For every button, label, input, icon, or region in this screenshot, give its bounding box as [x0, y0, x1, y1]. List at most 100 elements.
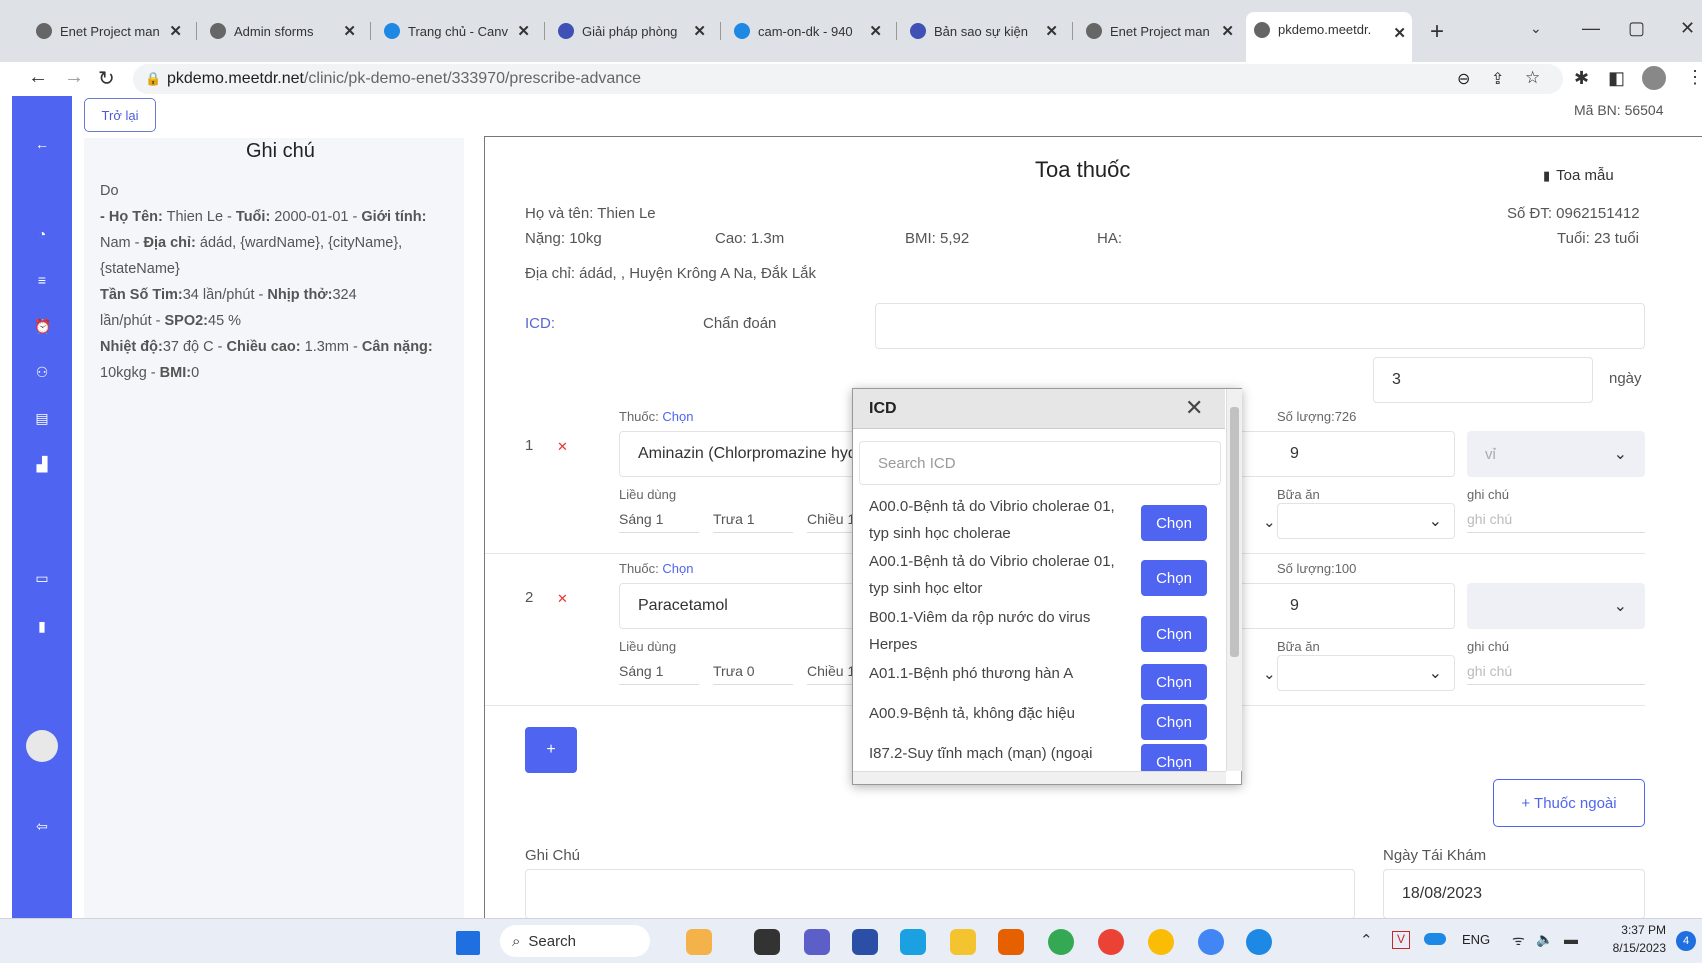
zoom-icon[interactable]: ⊖: [1457, 69, 1470, 89]
new-tab-icon[interactable]: +: [1430, 18, 1444, 46]
skype-icon[interactable]: [1246, 929, 1272, 955]
noon-dose-input[interactable]: Trưa 0: [713, 663, 793, 685]
unit-select[interactable]: vỉ ⌄: [1467, 431, 1645, 477]
browser-tab[interactable]: Bản sao sự kiện ✕: [902, 14, 1064, 48]
choose-drug-link[interactable]: Chọn: [662, 561, 693, 576]
calendar-icon[interactable]: ▭: [34, 570, 50, 586]
chrome-icon[interactable]: [1048, 929, 1074, 955]
windows-start-icon[interactable]: [456, 931, 480, 955]
noon-dose-input[interactable]: Trưa 1: [713, 511, 793, 533]
browser-tab[interactable]: Giải pháp phòng ✕: [550, 14, 712, 48]
notification-badge[interactable]: 4: [1676, 931, 1696, 951]
wifi-icon[interactable]: ᯤ: [1512, 931, 1525, 950]
user-avatar[interactable]: [26, 730, 58, 762]
template-button[interactable]: ▮ Toa mẫu: [1543, 167, 1614, 184]
close-tab-icon[interactable]: ✕: [1221, 22, 1234, 40]
users-icon[interactable]: ⚇: [34, 364, 50, 380]
close-tab-icon[interactable]: ✕: [343, 22, 356, 40]
logout-icon[interactable]: ⇦: [34, 818, 50, 834]
bookmark-star-icon[interactable]: ☆: [1525, 68, 1540, 88]
close-tab-icon[interactable]: ✕: [1045, 22, 1058, 40]
icd-choose-button[interactable]: Chọn: [1141, 560, 1207, 596]
reload-icon[interactable]: ↻: [98, 66, 115, 91]
chart-icon[interactable]: ▟: [34, 456, 50, 472]
morning-dose-input[interactable]: Sáng 1: [619, 511, 699, 533]
clock-time[interactable]: 3:37 PM: [1606, 923, 1666, 937]
browser-tab[interactable]: cam-on-dk - 940 ✕: [726, 14, 888, 48]
close-tab-icon[interactable]: ✕: [517, 22, 530, 40]
store-icon[interactable]: [852, 929, 878, 955]
alarm-icon[interactable]: ⏰: [34, 318, 51, 334]
chrome-icon[interactable]: [1148, 929, 1174, 955]
browser-tab-active[interactable]: pkdemo.meetdr. ✕: [1246, 12, 1412, 62]
dashboard-icon[interactable]: ◔: [34, 226, 50, 242]
forward-icon[interactable]: →: [64, 66, 84, 89]
chrome-icon[interactable]: [1098, 929, 1124, 955]
battery-icon[interactable]: ▬: [1564, 931, 1578, 947]
close-icon[interactable]: ✕: [1185, 395, 1203, 421]
close-window-icon[interactable]: ✕: [1680, 18, 1695, 39]
notes-input[interactable]: [525, 869, 1355, 919]
icd-choose-button[interactable]: Chọn: [1141, 704, 1207, 740]
widgets-icon[interactable]: [686, 929, 712, 955]
url-bar[interactable]: 🔒 pkdemo.meetdr.net/clinic/pk-demo-enet/…: [133, 64, 1563, 94]
volume-icon[interactable]: 🔈: [1536, 931, 1553, 948]
external-drug-button[interactable]: + Thuốc ngoài: [1493, 779, 1645, 827]
minimize-icon[interactable]: —: [1582, 18, 1600, 39]
meal-select[interactable]: ⌄: [1277, 655, 1455, 691]
choose-drug-link[interactable]: Chọn: [662, 409, 693, 424]
morning-dose-input[interactable]: Sáng 1: [619, 663, 699, 685]
days-input[interactable]: 3: [1373, 357, 1593, 403]
browser-tab[interactable]: Admin sforms ✕: [202, 14, 362, 48]
close-tab-icon[interactable]: ✕: [1393, 24, 1406, 42]
browser-tab[interactable]: Enet Project man ✕: [1078, 14, 1240, 48]
chevron-up-icon[interactable]: ⌃: [1360, 931, 1373, 949]
document-icon[interactable]: ▤: [34, 410, 50, 426]
task-view-icon[interactable]: [754, 929, 780, 955]
unit-select[interactable]: ⌄: [1467, 583, 1645, 629]
scrollbar-thumb[interactable]: [1230, 407, 1239, 657]
remove-drug-icon[interactable]: ✕: [557, 439, 568, 455]
chevron-down-icon[interactable]: ⌄: [1263, 513, 1276, 531]
icd-choose-button[interactable]: Chọn: [1141, 744, 1207, 771]
horizontal-scrollbar[interactable]: [853, 771, 1226, 784]
drug-note-input[interactable]: ghi chú: [1467, 663, 1645, 685]
maximize-icon[interactable]: ▢: [1628, 18, 1645, 39]
antivirus-icon[interactable]: V: [1392, 931, 1410, 949]
clock-date[interactable]: 8/15/2023: [1602, 941, 1666, 955]
sidepanel-icon[interactable]: ◧: [1608, 68, 1625, 89]
icd-choose-button[interactable]: Chọn: [1141, 616, 1207, 652]
browser-menu-icon[interactable]: ⋮: [1686, 67, 1702, 88]
tab-search-icon[interactable]: ⌄: [1530, 20, 1542, 37]
browser-tab[interactable]: Trang chủ - Canv ✕: [376, 14, 536, 48]
icd-label[interactable]: ICD:: [525, 315, 555, 332]
icd-search-input[interactable]: Search ICD: [859, 441, 1221, 485]
onedrive-icon[interactable]: [1424, 933, 1446, 945]
scrollbar[interactable]: [1226, 389, 1242, 771]
revisit-date-input[interactable]: 18/08/2023: [1383, 869, 1645, 919]
extensions-icon[interactable]: ✱: [1574, 68, 1589, 89]
profile-avatar[interactable]: [1642, 66, 1666, 90]
quantity-input[interactable]: 9: [1233, 583, 1455, 629]
collapse-icon[interactable]: ←: [34, 136, 50, 152]
icd-choose-button[interactable]: Chọn: [1141, 664, 1207, 700]
quantity-input[interactable]: 9: [1233, 431, 1455, 477]
firefox-icon[interactable]: [998, 929, 1024, 955]
taskbar-search[interactable]: ⌕ Search: [500, 925, 650, 957]
close-tab-icon[interactable]: ✕: [693, 22, 706, 40]
share-icon[interactable]: ⇪: [1491, 69, 1504, 89]
diagnosis-input[interactable]: [875, 303, 1645, 349]
icd-choose-button[interactable]: Chọn: [1141, 505, 1207, 541]
remove-drug-icon[interactable]: ✕: [557, 591, 568, 607]
language-indicator[interactable]: ENG: [1462, 932, 1490, 947]
back-icon[interactable]: ←: [28, 66, 48, 89]
chevron-down-icon[interactable]: ⌄: [1263, 665, 1276, 683]
close-tab-icon[interactable]: ✕: [169, 22, 182, 40]
meal-select[interactable]: ⌄: [1277, 503, 1455, 539]
list-icon[interactable]: ≡: [34, 272, 50, 288]
trash-icon[interactable]: ▮: [34, 618, 50, 634]
teams-icon[interactable]: [804, 929, 830, 955]
drug-note-input[interactable]: ghi chú: [1467, 511, 1645, 533]
close-tab-icon[interactable]: ✕: [869, 22, 882, 40]
chrome-icon[interactable]: [1198, 929, 1224, 955]
